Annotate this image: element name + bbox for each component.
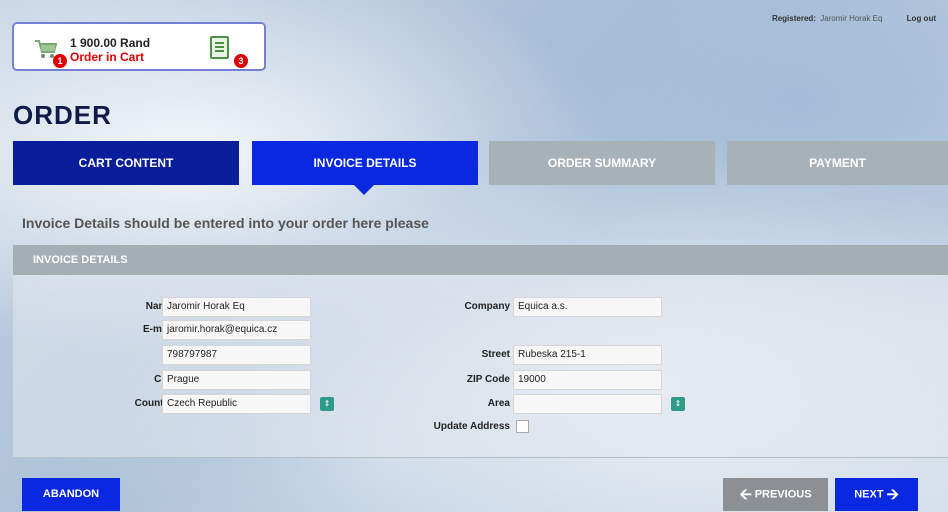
cart-widget[interactable]: 1 1 900.00 Rand Order in Cart 3: [12, 22, 266, 71]
arrow-right-icon: 🡪: [886, 486, 899, 503]
invoice-form: Name Jaromir Horak Eq E-mail jaromir.hor…: [13, 275, 948, 458]
document-count-badge: 3: [234, 54, 248, 68]
top-user-bar: Registered: Jaromir Horak Eq Log out: [772, 14, 936, 23]
tab-cart-content[interactable]: CART CONTENT: [13, 141, 239, 185]
zip-field[interactable]: 19000: [513, 370, 662, 390]
id-label: ID: [73, 345, 173, 365]
city-label: City: [73, 370, 173, 390]
email-field[interactable]: jaromir.horak@equica.cz: [162, 320, 311, 340]
company-field[interactable]: Equica a.s.: [513, 297, 662, 317]
name-field[interactable]: Jaromir Horak Eq: [162, 297, 311, 317]
up-down-arrows-icon[interactable]: ⇕: [320, 397, 334, 411]
abandon-label: ABANDON: [42, 488, 100, 500]
update-address-checkbox[interactable]: [516, 420, 529, 433]
email-label: E-mail: [142, 324, 173, 335]
panel-header: INVOICE DETAILS: [13, 245, 948, 275]
country-label: Country: [134, 398, 173, 409]
tab-order-summary[interactable]: ORDER SUMMARY: [489, 141, 715, 185]
previous-label: PREVIOUS: [754, 488, 812, 501]
name-label: Name: [145, 301, 173, 312]
up-down-arrows-icon[interactable]: ⇕: [671, 397, 685, 411]
abandon-button[interactable]: ABANDON: [22, 478, 120, 511]
city-field[interactable]: Prague: [162, 370, 311, 390]
previous-button[interactable]: 🡨 PREVIOUS: [723, 478, 828, 511]
page-title: ORDER: [13, 100, 112, 130]
id-field[interactable]: 798797987: [162, 345, 311, 365]
tab-invoice-details[interactable]: INVOICE DETAILS: [252, 141, 478, 185]
street-label: Street: [481, 349, 510, 360]
registered-label: Registered:: [771, 14, 816, 23]
street-field[interactable]: Rubeska 215-1: [513, 345, 662, 365]
company-label: Company: [464, 301, 510, 312]
area-label: Area: [487, 398, 510, 409]
cart-total: 1 900.00 Rand: [70, 36, 151, 50]
cart-count-badge: 1: [53, 54, 67, 68]
tab-payment[interactable]: PAYMENT: [727, 141, 948, 185]
active-tab-pointer: [354, 185, 374, 195]
next-button[interactable]: NEXT 🡪: [835, 478, 918, 511]
cart-status: Order in Cart: [70, 50, 145, 64]
next-label: NEXT: [854, 488, 884, 501]
arrow-left-icon: 🡨: [739, 486, 752, 503]
area-select[interactable]: [513, 394, 662, 414]
document-icon[interactable]: [210, 36, 229, 59]
zip-label: ZIP Code: [466, 374, 510, 385]
registered-user[interactable]: Jaromir Horak Eq: [820, 14, 882, 23]
country-select[interactable]: Czech Republic: [162, 394, 311, 414]
update-address-label: Update Address: [433, 421, 510, 432]
logout-link[interactable]: Log out: [907, 14, 936, 23]
page-subtitle: Invoice Details should be entered into y…: [22, 215, 429, 231]
